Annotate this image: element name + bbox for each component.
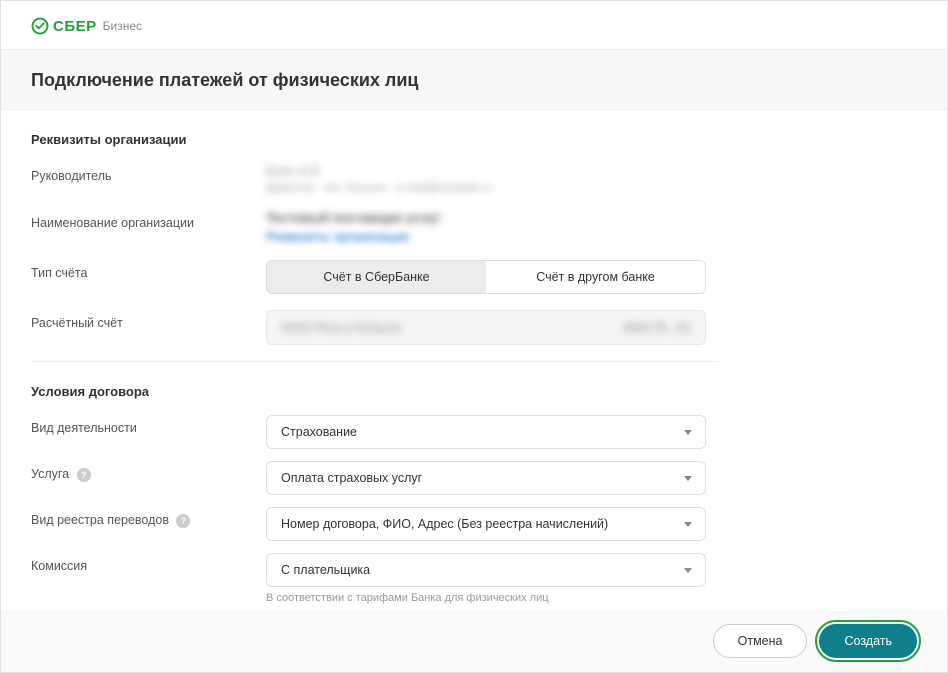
activity-label: Вид деятельности (31, 415, 266, 435)
logo-sub: Бизнес (103, 19, 142, 33)
account-type-label: Тип счёта (31, 260, 266, 280)
commission-select[interactable]: С плательщика (266, 553, 706, 587)
account-label: Расчётный счёт (31, 310, 266, 330)
service-label-text: Услуга (31, 467, 69, 481)
account-type-segmented: Счёт в СберБанке Счёт в другом банке (266, 260, 706, 294)
divider (31, 361, 719, 362)
ceo-label: Руководитель (31, 163, 266, 183)
app-header: СБЕР Бизнес (1, 1, 947, 50)
commission-select-wrap: С плательщика (266, 553, 706, 587)
service-select-wrap: Оплата страховых услуг (266, 461, 706, 495)
section-contract-title: Условия договора (31, 384, 917, 399)
create-button[interactable]: Создать (819, 624, 917, 658)
tab-sberbank[interactable]: Счёт в СберБанке (267, 261, 486, 293)
account-number-blur: 408178...01 (622, 320, 691, 335)
ceo-name-blur: Брок А.В. (266, 163, 706, 178)
registry-select-wrap: Номер договора, ФИО, Адрес (Без реестра … (266, 507, 706, 541)
ceo-details-blur: Директор · тел. 9xxxxxx · e-mail@example… (266, 182, 706, 194)
account-name-blur: ООО Рога и Копыта (281, 320, 401, 335)
commission-label: Комиссия (31, 553, 266, 573)
commission-hint: В соответствии с тарифами Банка для физи… (266, 592, 706, 604)
service-select[interactable]: Оплата страховых услуг (266, 461, 706, 495)
ceo-value: Брок А.В. Директор · тел. 9xxxxxx · e-ma… (266, 163, 706, 194)
service-label: Услуга ? (31, 461, 266, 482)
org-name-blur: Тестовый поставщик услуг (266, 210, 706, 225)
title-bar: Подключение платежей от физических лиц (1, 50, 947, 110)
activity-select-wrap: Страхование (266, 415, 706, 449)
page-title: Подключение платежей от физических лиц (31, 70, 917, 91)
footer: Отмена Создать (1, 610, 947, 672)
registry-label-text: Вид реестра переводов (31, 513, 169, 527)
logo-text: СБЕР (53, 18, 97, 35)
registry-label: Вид реестра переводов ? (31, 507, 266, 528)
help-icon[interactable]: ? (77, 468, 91, 482)
activity-select[interactable]: Страхование (266, 415, 706, 449)
account-select[interactable]: ООО Рога и Копыта 408178...01 (266, 310, 706, 345)
section-org-title: Реквизиты организации (31, 132, 917, 147)
logo: СБЕР Бизнес (31, 17, 142, 35)
cancel-button[interactable]: Отмена (713, 624, 808, 658)
tab-other-bank[interactable]: Счёт в другом банке (486, 261, 705, 293)
org-details-link[interactable]: Реквизиты организации (266, 229, 706, 244)
registry-select[interactable]: Номер договора, ФИО, Адрес (Без реестра … (266, 507, 706, 541)
sber-logo-icon (31, 17, 49, 35)
org-name-label: Наименование организации (31, 210, 266, 230)
help-icon[interactable]: ? (176, 514, 190, 528)
main-content: Реквизиты организации Руководитель Брок … (1, 110, 947, 631)
org-name-value: Тестовый поставщик услуг Реквизиты орган… (266, 210, 706, 244)
